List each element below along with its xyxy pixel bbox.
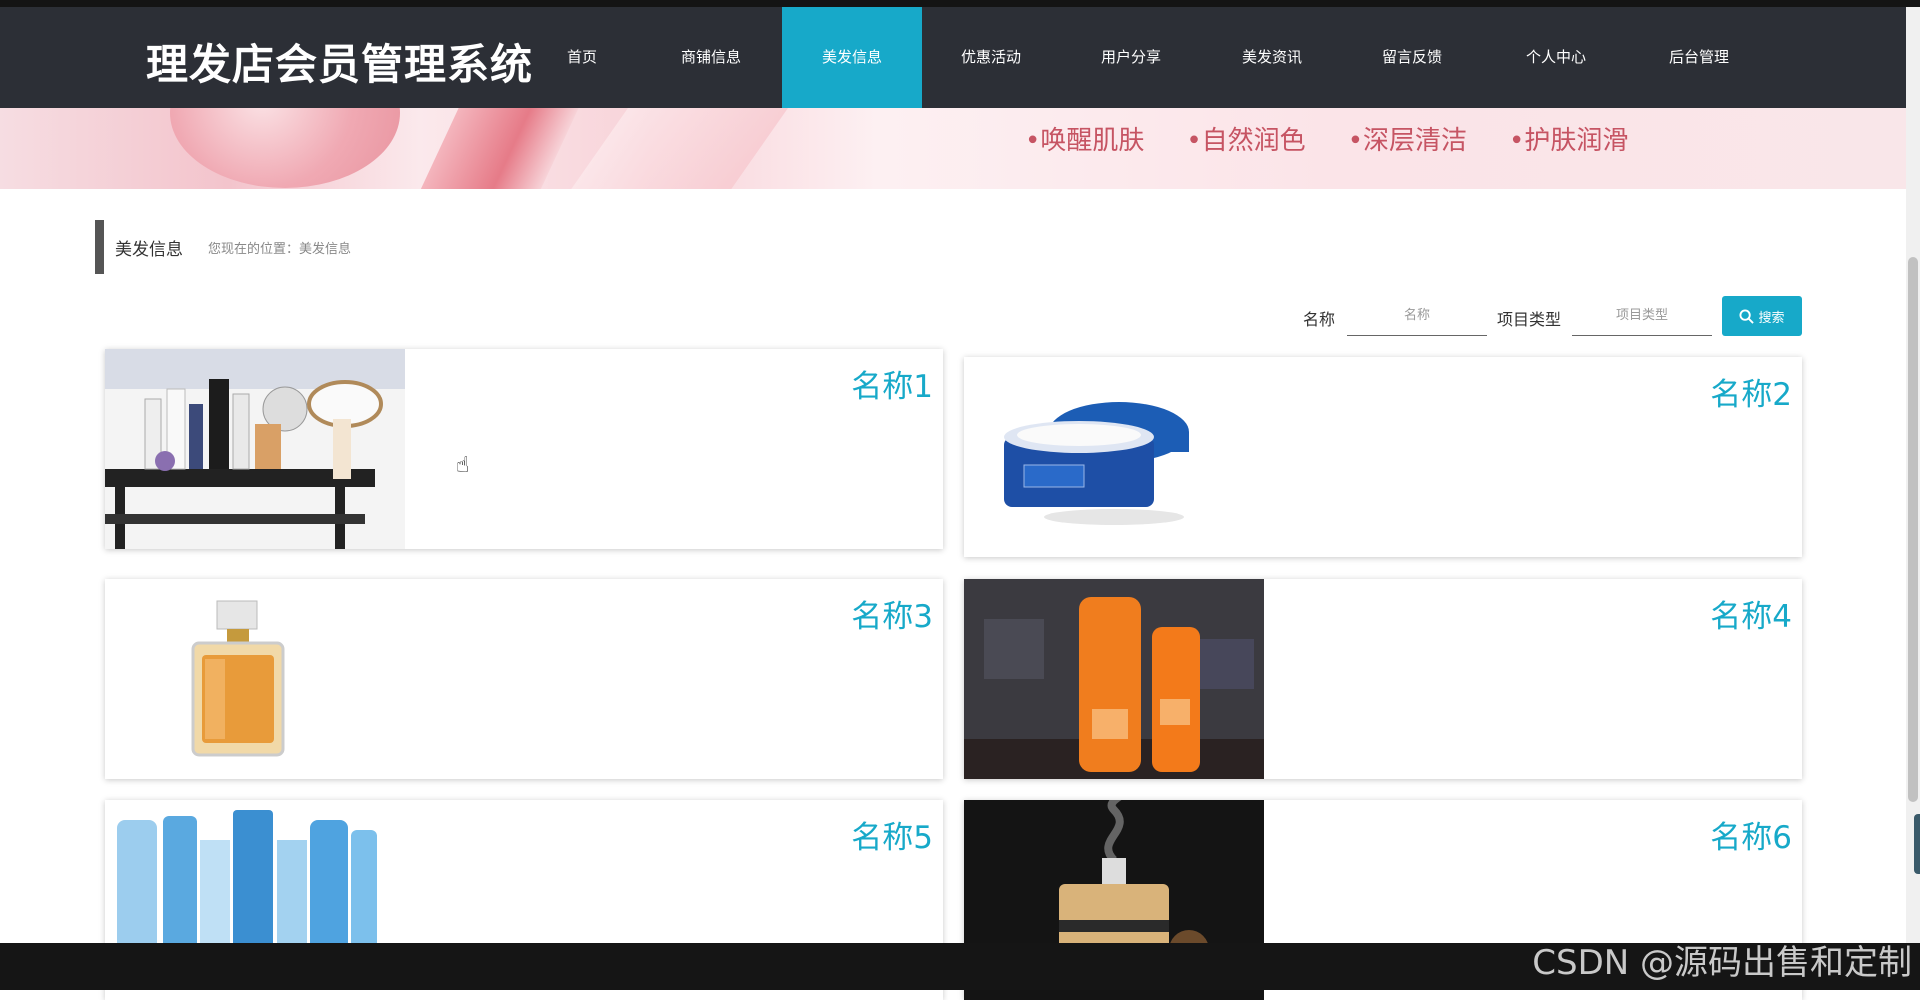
nav-item-promotions[interactable]: 优惠活动: [935, 7, 1047, 108]
project-type-label: 项目类型: [1497, 310, 1562, 329]
search-bar: 名称 项目类型: [0, 296, 1920, 338]
site-title[interactable]: 理发店会员管理系统: [146, 31, 533, 92]
card-name[interactable]: 名称3: [851, 591, 933, 636]
product-card[interactable]: 名称4: [964, 579, 1802, 779]
side-tab[interactable]: [1914, 814, 1920, 874]
card-image-perfume: [105, 579, 405, 779]
search-button[interactable]: 搜索: [1722, 296, 1802, 336]
card-image-sunscreen: [964, 579, 1264, 779]
banner-slogan: •唤醒肌肤: [1025, 126, 1145, 156]
header: 理发店会员管理系统 首页 商铺信息 美发信息 优惠活动 用户分享 美发资讯 留言…: [0, 7, 1906, 108]
breadcrumb-marker: [95, 220, 104, 274]
banner-slogan: •护肤润滑: [1509, 126, 1629, 156]
card-name[interactable]: 名称4: [1710, 591, 1792, 636]
top-strip: [0, 0, 1920, 7]
nav-item-hair-info[interactable]: 美发信息: [782, 7, 922, 108]
product-card[interactable]: 名称1: [105, 349, 943, 549]
card-image-cosmetics-trolley: [105, 349, 405, 549]
breadcrumb-path: 您现在的位置：美发信息: [208, 242, 352, 257]
name-label: 名称: [1303, 310, 1336, 329]
banner-slogan: •自然润色: [1186, 126, 1306, 156]
card-name[interactable]: 名称6: [1710, 812, 1792, 857]
page-title: 美发信息: [115, 240, 183, 260]
card-image-cream-jar: [964, 357, 1264, 557]
nav-item-shop-info[interactable]: 商铺信息: [655, 7, 767, 108]
nav-item-user-share[interactable]: 用户分享: [1075, 7, 1187, 108]
nav-item-personal-center[interactable]: 个人中心: [1500, 7, 1612, 108]
product-card[interactable]: 名称3: [105, 579, 943, 779]
card-name[interactable]: 名称5: [851, 812, 933, 857]
card-name[interactable]: 名称2: [1710, 369, 1792, 414]
nav-item-feedback[interactable]: 留言反馈: [1356, 7, 1468, 108]
scrollbar-thumb[interactable]: [1908, 257, 1918, 802]
watermark: CSDN @源码出售和定制: [1532, 943, 1912, 983]
card-name[interactable]: 名称1: [851, 361, 933, 406]
nav-item-home[interactable]: 首页: [533, 7, 631, 108]
search-button-label: 搜索: [1758, 310, 1785, 326]
nav-item-admin[interactable]: 后台管理: [1643, 7, 1755, 108]
product-card[interactable]: 名称2: [964, 357, 1802, 557]
banner-slogan: •深层清洁: [1347, 126, 1468, 156]
project-type-input[interactable]: [1572, 296, 1712, 336]
banner-slogans: •唤醒肌肤 •自然润色 •深层清洁 •护肤润滑: [1025, 120, 1670, 157]
pointer-hand-icon: ☝: [456, 453, 470, 478]
banner: •唤醒肌肤 •自然润色 •深层清洁 •护肤润滑: [0, 108, 1906, 189]
nav-item-hair-news[interactable]: 美发资讯: [1216, 7, 1328, 108]
name-input[interactable]: [1347, 296, 1487, 336]
breadcrumb: 美发信息 您现在的位置：美发信息: [95, 220, 695, 274]
scrollbar[interactable]: [1906, 7, 1920, 943]
search-icon: [1739, 308, 1755, 324]
